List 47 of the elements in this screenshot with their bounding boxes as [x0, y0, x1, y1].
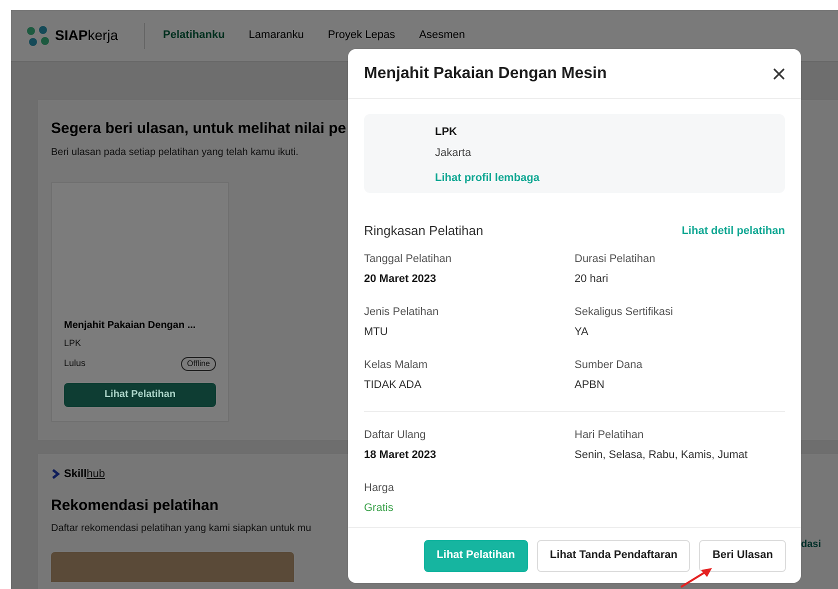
brand-logo[interactable]: SIAPkerja [25, 24, 118, 46]
section-subtitle: Daftar rekomendasi pelatihan yang kami siapkan untuk mu [51, 522, 312, 536]
field-value: 20 Maret 2023 [364, 272, 436, 287]
summary-title: Ringkasan Pelatihan [364, 222, 484, 240]
course-provider: LPK [64, 337, 82, 350]
provider-name: LPK [435, 125, 457, 140]
nav-tab[interactable]: Proyek Lepas [328, 27, 396, 44]
field-label: Kelas Malam [364, 358, 428, 372]
field-value: YA [574, 325, 588, 340]
field-label: Sekaligus Sertifikasi [574, 304, 673, 320]
banner-title: Segera beri ulasan, untuk melihat nilai pe [51, 119, 346, 139]
close-icon[interactable] [773, 68, 785, 80]
detail-link[interactable]: Lihat detil pelatihan [682, 222, 785, 239]
modal-action-button[interactable]: Lihat Pelatihan [424, 540, 528, 572]
mode-badge: Offline [181, 356, 216, 370]
course-title: Menjahit Pakaian Dengan ... [64, 319, 197, 333]
annotation-arrow [679, 567, 713, 589]
field-value: TIDAK ADA [364, 378, 422, 393]
field-value: 20 hari [574, 272, 608, 287]
field-value: 18 Maret 2023 [364, 448, 436, 463]
section-title: Rekomendasi pelatihan [51, 496, 219, 516]
field-label: Durasi Pelatihan [574, 252, 656, 266]
see-all-link[interactable]: dasi [801, 537, 822, 552]
field-label: Tanggal Pelatihan [364, 252, 452, 266]
chevron-icon [51, 469, 61, 480]
nav-tab[interactable]: Asesmen [419, 27, 465, 44]
view-course-button[interactable]: Lihat Pelatihan [64, 382, 216, 406]
provider-profile-link[interactable]: Lihat profil lembaga [435, 170, 540, 186]
field-value: Senin, Selasa, Rabu, Kamis, Jumat [574, 448, 748, 463]
course-status: Lulus [64, 356, 86, 370]
field-value: APBN [574, 378, 604, 393]
skillhub-logo: Skillhub [51, 466, 105, 482]
nav-tab[interactable]: Lamaranku [248, 27, 304, 44]
field-label: Hari Pelatihan [574, 428, 644, 442]
field-value: Gratis [364, 501, 394, 516]
nav-tab[interactable]: Pelatihanku [163, 27, 225, 44]
modal-action-button[interactable]: Lihat Tanda Pendaftaran [536, 540, 690, 572]
banner-subtitle: Beri ulasan pada setiap pelatihan yang telah kamu ikuti. [51, 146, 298, 160]
field-label: Harga [364, 480, 394, 496]
field-value: MTU [364, 325, 388, 340]
logo-icon [25, 24, 51, 46]
field-label: Daftar Ulang [364, 428, 426, 442]
modal-title: Menjahit Pakaian Dengan Mesin [364, 64, 607, 84]
field-label: Jenis Pelatihan [364, 304, 439, 320]
field-label: Sumber Dana [574, 358, 642, 372]
modal-action-button[interactable]: Beri Ulasan [699, 540, 786, 572]
provider-city: Jakarta [435, 146, 472, 160]
